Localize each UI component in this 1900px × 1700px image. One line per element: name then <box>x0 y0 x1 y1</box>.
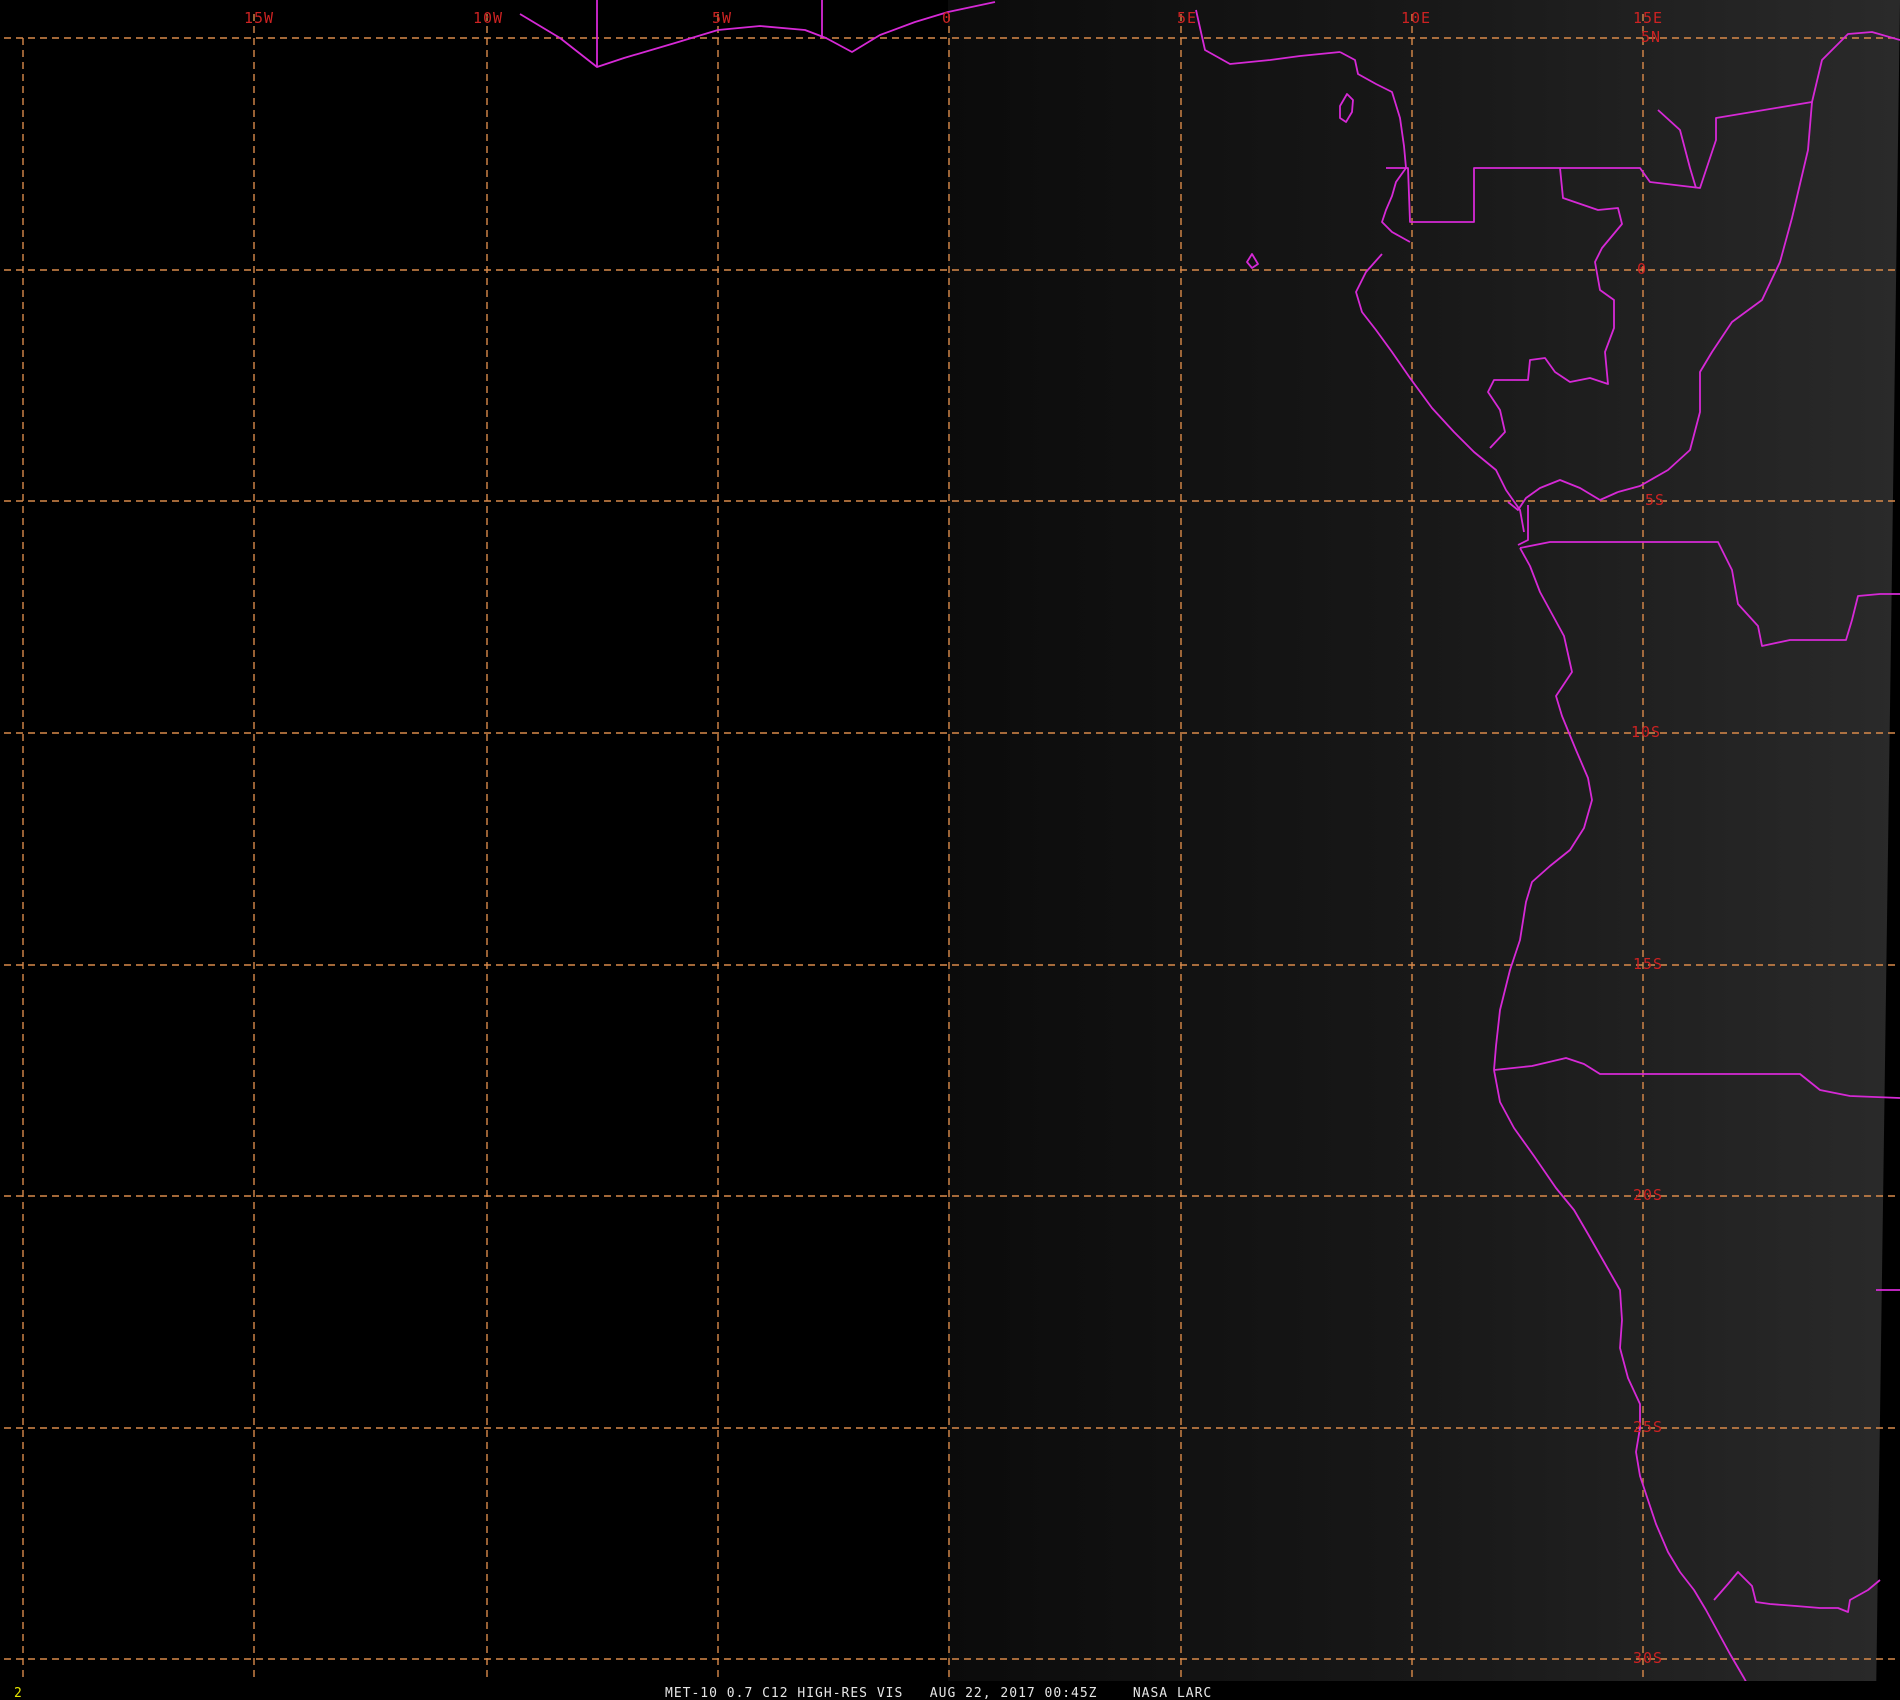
lat-label-30s: 30S <box>1633 1649 1663 1667</box>
lon-label-5w: 5W <box>712 9 732 27</box>
lat-label-25s: 25S <box>1633 1418 1663 1436</box>
lon-label-15w: 15W <box>244 9 274 27</box>
day-side-shading <box>948 0 1900 1700</box>
lon-label-0: 0 <box>942 9 952 27</box>
lon-label-5e: 5E <box>1177 9 1197 27</box>
lat-label-0: 0 <box>1637 260 1647 278</box>
image-caption: MET-10 0.7 C12 HIGH-RES VIS AUG 22, 2017… <box>665 1686 1212 1700</box>
map-canvas: 15W 10W 5W 0 5E 10E 15E 5N 0 5S 10S 15S … <box>0 0 1900 1700</box>
lon-label-10w: 10W <box>473 9 503 27</box>
lat-label-15s: 15S <box>1633 955 1663 973</box>
lat-label-5n: 5N <box>1641 28 1661 46</box>
lat-label-20s: 20S <box>1633 1186 1663 1204</box>
satellite-map: 15W 10W 5W 0 5E 10E 15E 5N 0 5S 10S 15S … <box>0 0 1900 1700</box>
lat-label-5s: 5S <box>1645 491 1665 509</box>
lon-label-10e: 10E <box>1401 9 1431 27</box>
frame-number: 2 <box>14 1686 22 1700</box>
lat-label-10s: 10S <box>1631 723 1661 741</box>
lon-label-15e: 15E <box>1633 9 1663 27</box>
